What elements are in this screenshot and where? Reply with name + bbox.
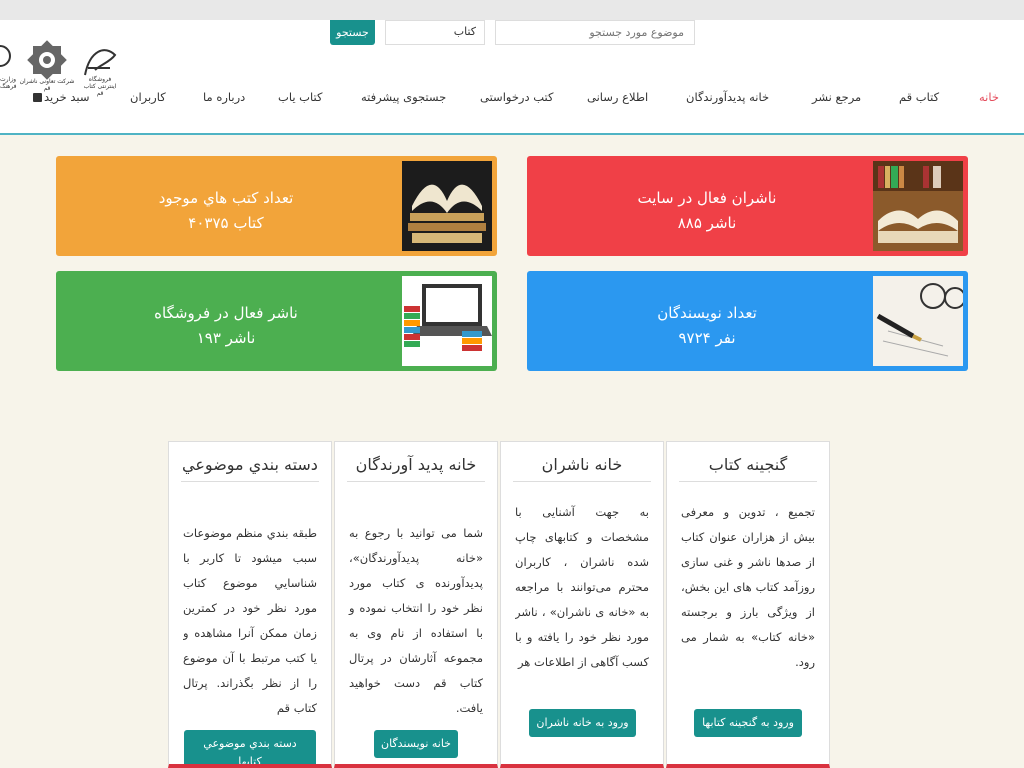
column-title: دسته بندي موضوعي — [181, 454, 319, 482]
stat-card-authors: تعداد نویسندگان ۹۷۲۴ نفر — [527, 271, 968, 371]
cart-icon — [33, 93, 42, 102]
site-header: جستجو کتاب وزارت فرهنگ شرکت تعاونی ناشرا… — [0, 20, 1024, 135]
subject-category-button[interactable]: دسته بندي موضوعي كتابها — [184, 730, 316, 764]
column-publishers-house: خانه ناشران به جهت آشنایی با مشخصات و کت… — [500, 441, 664, 768]
column-authors-house: خانه پدید آورندگان شما می توانید با رجوع… — [334, 441, 498, 768]
column-title: خانه پدید آورندگان — [347, 454, 485, 482]
nav-users[interactable]: کاربران — [130, 90, 166, 104]
stat-title: ناشران فعال در سایت — [637, 189, 777, 207]
top-strip — [0, 0, 1024, 20]
stat-title: ناشر فعال در فروشگاه — [154, 304, 298, 322]
nav-marja-nashr[interactable]: مرجع نشر — [812, 90, 861, 104]
main-nav: خانه کتاب قم مرجع نشر خانه پدیدآورندگان … — [0, 90, 1024, 110]
stat-value: ۸۸۵ ناشر — [677, 214, 737, 232]
column-subject-category: دسته بندي موضوعي طبقه بندي منظم موضوعات … — [168, 441, 332, 768]
column-title: گنجینه کتاب — [679, 454, 817, 482]
stat-card-store-publishers: ناشر فعال در فروشگاه ۱۹۳ ناشر — [56, 271, 497, 371]
column-title: خانه ناشران — [513, 454, 651, 482]
search-button[interactable]: جستجو — [330, 20, 375, 45]
publishers-house-button[interactable]: ورود به خانه ناشران — [529, 709, 636, 737]
nav-ketab-qom[interactable]: کتاب قم — [899, 90, 939, 104]
laptop-books-icon — [402, 276, 492, 366]
cart-label: سبد خرید — [44, 90, 90, 104]
stat-title: تعداد نویسندگان — [657, 304, 757, 322]
column-book-treasury: گنجینه کتاب تجمیع ، تدوین و معرفی بیش از… — [666, 441, 830, 768]
stat-text-books: تعداد كتب هاي موجود ۴۰۳۷۵ كتاب — [56, 186, 396, 236]
nav-about[interactable]: درباره ما — [203, 90, 245, 104]
column-body: طبقه بندي منظم موضوعات سبب ميشود تا كارب… — [183, 526, 317, 715]
pen-icon — [873, 276, 963, 366]
search-type-select[interactable]: کتاب — [385, 20, 485, 45]
stat-value: ۱۹۳ ناشر — [196, 329, 256, 347]
stat-title: تعداد كتب هاي موجود — [158, 189, 294, 207]
stat-text-publishers: ناشران فعال در سایت ۸۸۵ ناشر — [537, 186, 877, 236]
stat-text-store-publishers: ناشر فعال در فروشگاه ۱۹۳ ناشر — [56, 301, 396, 351]
nav-news[interactable]: اطلاع رسانی — [587, 90, 648, 104]
stat-value: ۴۰۳۷۵ كتاب — [188, 214, 264, 232]
authors-button[interactable]: خانه نویسندگان — [374, 730, 458, 758]
books-icon — [873, 161, 963, 251]
stat-text-authors: تعداد نویسندگان ۹۷۲۴ نفر — [537, 301, 877, 351]
nav-requested-books[interactable]: کتب درخواستی — [480, 90, 554, 104]
stat-card-books: تعداد كتب هاي موجود ۴۰۳۷۵ كتاب — [56, 156, 497, 256]
nav-authors-house[interactable]: خانه پدیدآورندگان — [686, 90, 769, 104]
stat-value: ۹۷۲۴ نفر — [678, 329, 736, 347]
logo-left-caption: وزارت فرهنگ — [0, 76, 17, 90]
column-body: به جهت آشنایی با مشخصات و کتابهای چاپ شد… — [515, 505, 649, 669]
search-input[interactable] — [495, 20, 695, 45]
nav-cart[interactable]: سبد خرید — [33, 90, 90, 104]
column-body: شما می توانید با رجوع به «خانه پدیدآورند… — [349, 526, 483, 715]
nav-book-finder[interactable]: کتاب یاب — [278, 90, 322, 104]
nav-advanced-search[interactable]: جستجوی پیشرفته — [361, 90, 446, 104]
stat-card-publishers: ناشران فعال در سایت ۸۸۵ ناشر — [527, 156, 968, 256]
open-book-icon — [402, 161, 492, 251]
nav-home[interactable]: خانه — [979, 90, 999, 104]
book-treasury-button[interactable]: ورود به گنجینه کتابها — [694, 709, 802, 737]
column-body: تجمیع ، تدوین و معرفی بیش از هزاران عنوا… — [681, 505, 815, 669]
